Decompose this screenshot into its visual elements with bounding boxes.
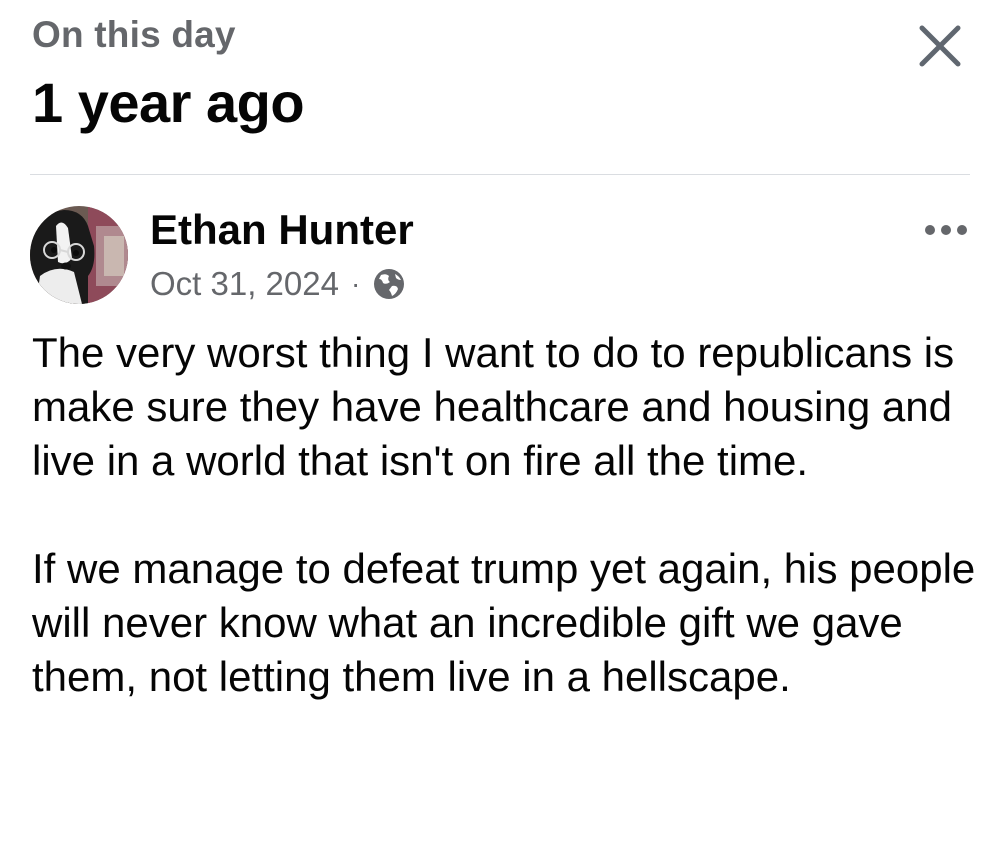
close-icon [919,25,961,67]
post-meta: Oct 31, 2024 · [150,264,406,304]
avatar-photo [30,206,128,304]
memory-card: On this day 1 year ago Ethan Hunter Oct … [0,0,1000,846]
more-horizontal-icon [925,225,967,235]
header-divider [30,174,970,175]
author-name[interactable]: Ethan Hunter [150,206,414,254]
post-paragraph: If we manage to defeat trump yet again, … [32,545,976,700]
post-text: The very worst thing I want to do to rep… [32,326,982,704]
globe-icon [372,267,406,301]
memory-title: 1 year ago [32,71,305,134]
post-paragraph: The very worst thing I want to do to rep… [32,329,955,484]
close-button[interactable] [912,18,968,74]
meta-separator: · [350,268,361,299]
author-avatar[interactable] [30,206,128,304]
memory-kicker: On this day [32,14,236,55]
post-date[interactable]: Oct 31, 2024 [150,265,339,303]
more-options-button[interactable] [918,214,974,246]
